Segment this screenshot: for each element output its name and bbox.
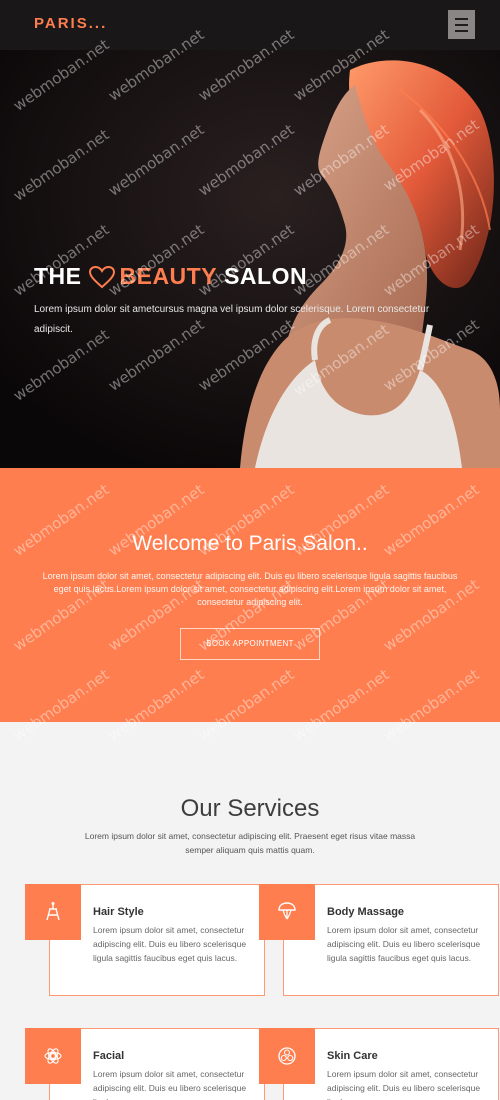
welcome-text: Lorem ipsum dolor sit amet, consectetur … [42,571,458,607]
body-massage-icon [278,902,296,920]
service-description: Lorem ipsum dolor sit amet, consectetur … [327,925,481,963]
hero-photo [0,50,500,468]
services-section: Our Services Lorem ipsum dolor sit amet,… [0,722,500,1100]
service-description: Lorem ipsum dolor sit amet, consectetur … [93,925,247,963]
welcome-heading: Welcome to Paris Salon.. [132,532,368,555]
skin-care-icon [278,1047,296,1065]
hero-title-the: THE [34,263,82,289]
hero-title-beauty: BEAUTY [119,263,218,289]
service-title: Body Massage [327,906,405,918]
welcome-section: Welcome to Paris Salon.. Lorem ipsum dol… [0,468,500,722]
service-description: Lorem ipsum dolor sit amet, consectetur … [327,1069,481,1100]
facial-icon [44,1048,62,1064]
hero-description: Lorem ipsum dolor sit ametcursus magna v… [34,304,430,335]
site-logo[interactable]: PARIS... [34,15,107,32]
hair-style-icon [46,902,60,921]
service-title: Skin Care [327,1050,378,1062]
hamburger-icon [455,17,468,20]
menu-toggle-button[interactable] [448,10,475,39]
service-title: Facial [93,1050,125,1062]
service-title: Hair Style [93,906,144,918]
heart-icon [88,265,115,288]
top-navbar: PARIS... [0,0,500,50]
services-intro: Lorem ipsum dolor sit amet, consectetur … [84,831,416,855]
hero-banner: THE BEAUTY SALON Lorem ipsum dolor sit a… [0,50,500,468]
hero-title: THE BEAUTY SALON [34,263,307,290]
book-appointment-button[interactable]: BOOK APPOINTMENT [180,628,320,660]
hero-title-salon: SALON [224,263,308,289]
services-heading: Our Services [180,795,320,822]
service-description: Lorem ipsum dolor sit amet, consectetur … [93,1069,247,1100]
